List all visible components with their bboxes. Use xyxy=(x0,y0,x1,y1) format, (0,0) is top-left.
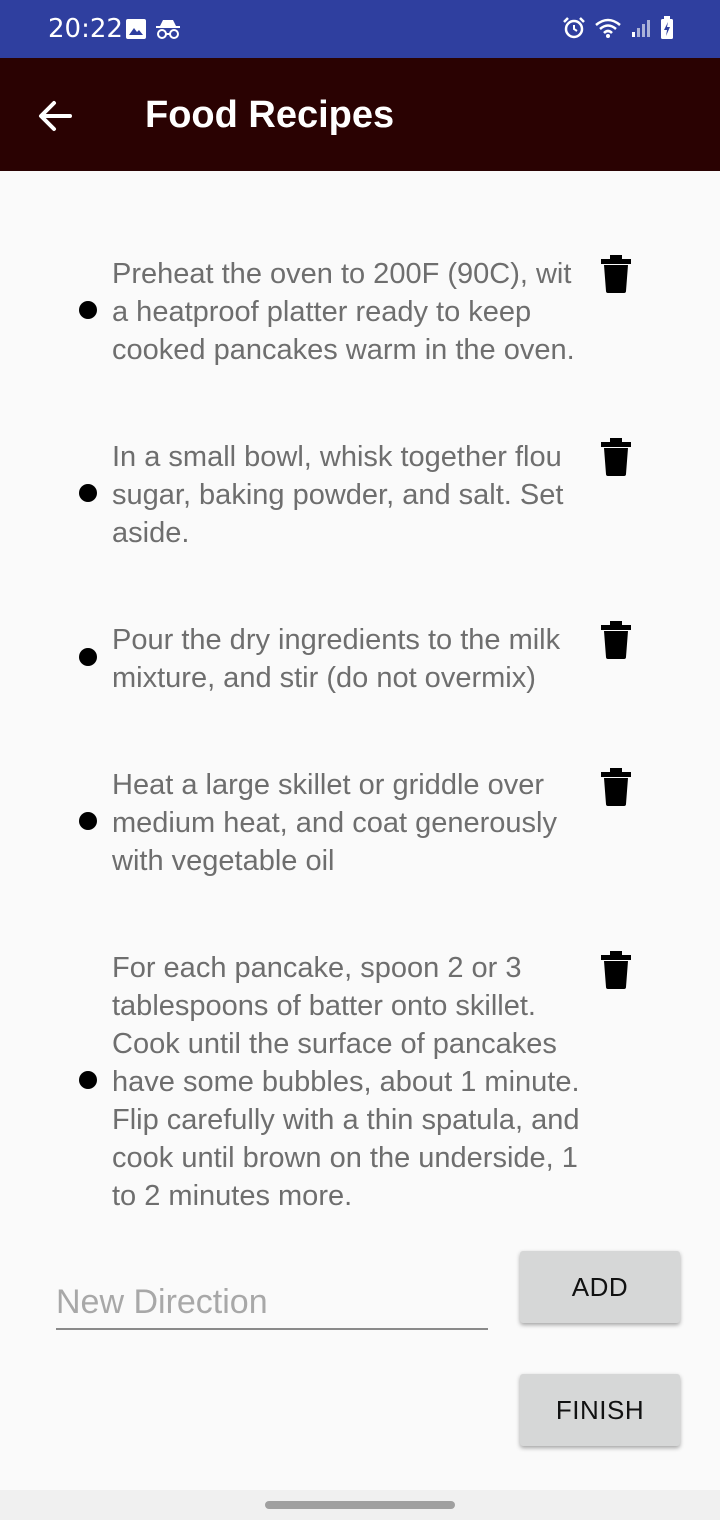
home-handle[interactable] xyxy=(265,1501,455,1509)
status-icons-right xyxy=(562,16,674,40)
app-bar: Food Recipes xyxy=(0,58,720,171)
status-bar: 20:22 xyxy=(0,0,720,58)
delete-icon[interactable] xyxy=(601,255,631,293)
battery-charging-icon xyxy=(661,16,673,39)
add-button[interactable]: ADD xyxy=(520,1251,680,1323)
delete-icon[interactable] xyxy=(601,621,631,659)
status-time: 20:22 xyxy=(48,14,123,44)
finish-button[interactable]: FINISH xyxy=(520,1374,680,1446)
new-direction-input[interactable] xyxy=(56,1276,488,1330)
delete-icon[interactable] xyxy=(601,438,631,476)
bullet-icon xyxy=(79,1071,97,1089)
direction-text: Heat a large skillet or griddle over med… xyxy=(112,769,557,877)
signal-icon xyxy=(632,20,650,37)
bullet-icon xyxy=(79,301,97,319)
status-icons-left xyxy=(125,18,181,40)
direction-text: For each pancake, spoon 2 or 3 tablespoo… xyxy=(112,952,580,1212)
direction-text: In a small bowl, whisk together flou sug… xyxy=(112,441,564,549)
bullet-icon xyxy=(79,648,97,666)
arrow-back-icon[interactable] xyxy=(34,94,78,138)
bullet-icon xyxy=(79,484,97,502)
bullet-icon xyxy=(79,812,97,830)
incognito-icon xyxy=(156,20,180,39)
direction-text: Preheat the oven to 200F (90C), wit a he… xyxy=(112,258,575,366)
alarm-icon xyxy=(563,17,585,39)
delete-icon[interactable] xyxy=(601,951,631,989)
page-title: Food Recipes xyxy=(145,94,395,136)
delete-icon[interactable] xyxy=(601,768,631,806)
wifi-icon xyxy=(595,18,621,38)
direction-text: Pour the dry ingredients to the milk mix… xyxy=(112,624,561,694)
image-icon xyxy=(126,19,146,39)
navigation-bar xyxy=(0,1490,720,1520)
